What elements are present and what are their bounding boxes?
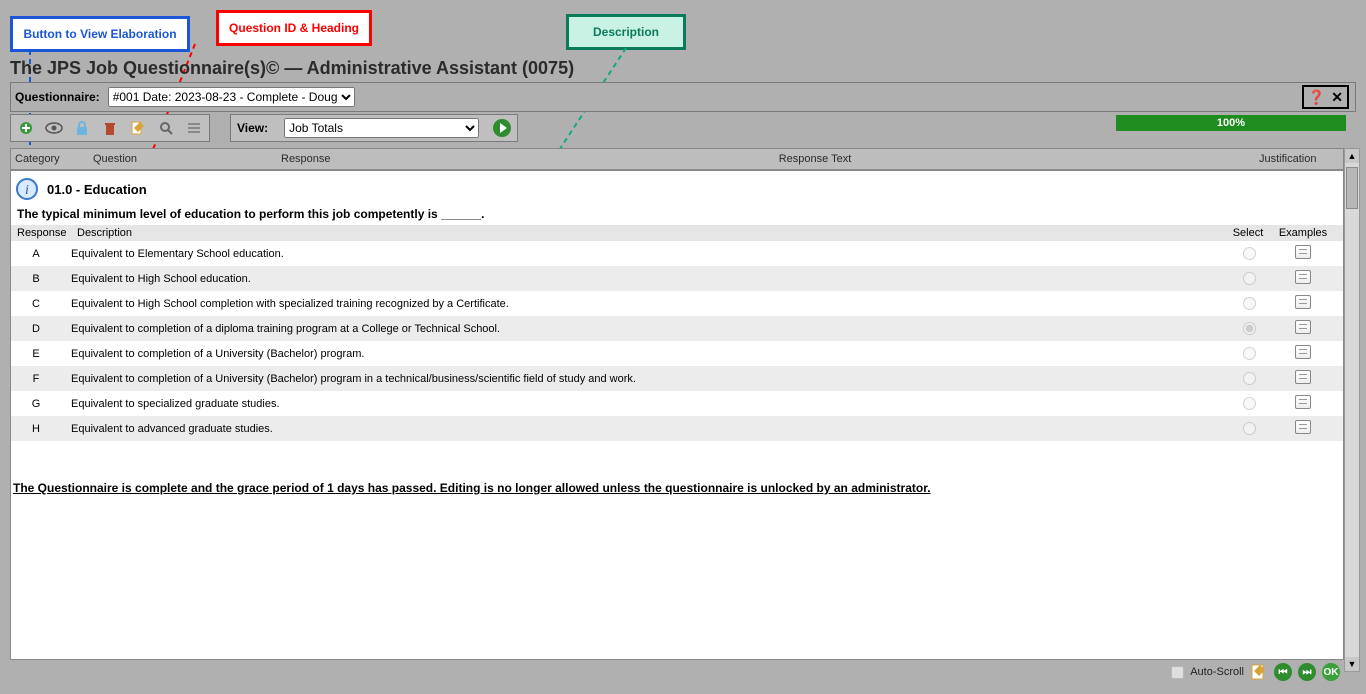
- questionnaire-locked-message: The Questionnaire is complete and the gr…: [11, 441, 1343, 497]
- examples-icon[interactable]: [1295, 270, 1311, 284]
- response-row: DEquivalent to completion of a diploma t…: [11, 316, 1343, 341]
- response-code: C: [11, 298, 61, 310]
- ok-button[interactable]: OK: [1322, 663, 1340, 681]
- response-select-radio[interactable]: [1243, 372, 1256, 385]
- examples-icon[interactable]: [1295, 420, 1311, 434]
- response-table-header: Response Description Select Examples: [11, 225, 1343, 241]
- col-question: Question: [89, 153, 277, 165]
- examples-icon[interactable]: [1295, 370, 1311, 384]
- auto-scroll-toggle[interactable]: Auto-Scroll: [1167, 663, 1244, 682]
- response-description: Equivalent to High School completion wit…: [61, 298, 1223, 310]
- questionnaire-filter-bar: Questionnaire: #001 Date: 2023-08-23 - C…: [10, 82, 1356, 112]
- search-icon[interactable]: [157, 119, 175, 137]
- elaboration-info-button[interactable]: i: [13, 175, 41, 203]
- edit-icon[interactable]: [129, 119, 147, 137]
- response-select-radio[interactable]: [1243, 272, 1256, 285]
- examples-icon[interactable]: [1295, 245, 1311, 259]
- response-code: F: [11, 373, 61, 385]
- view-toolbar-group: View: Job Totals: [230, 114, 518, 142]
- progress-bar: 100%: [1116, 115, 1346, 131]
- footer-edit-icon[interactable]: [1250, 663, 1268, 681]
- questionnaire-label: Questionnaire:: [15, 90, 100, 104]
- question-header-row: i 01.0 - Education: [11, 171, 1343, 205]
- examples-icon[interactable]: [1295, 395, 1311, 409]
- examples-icon[interactable]: [1295, 320, 1311, 334]
- response-description: Equivalent to advanced graduate studies.: [61, 423, 1223, 435]
- action-toolbar-group: [10, 114, 210, 142]
- auto-scroll-label: Auto-Scroll: [1190, 666, 1244, 678]
- response-code: A: [11, 248, 61, 260]
- eye-icon[interactable]: [45, 119, 63, 137]
- toolbar: View: Job Totals 100%: [10, 114, 1356, 142]
- footer-bar: Auto-Scroll ⏮ ⏭ OK: [10, 662, 1344, 682]
- scroll-thumb[interactable]: [1346, 167, 1358, 209]
- response-select-radio[interactable]: [1243, 397, 1256, 410]
- response-code: E: [11, 348, 61, 360]
- response-select-radio[interactable]: [1243, 347, 1256, 360]
- question-panel: i 01.0 - Education The typical minimum l…: [10, 170, 1344, 660]
- help-icon[interactable]: ❓: [1308, 89, 1325, 106]
- resp-hdr-select: Select: [1223, 227, 1273, 239]
- response-row: CEquivalent to High School completion wi…: [11, 291, 1343, 316]
- view-label: View:: [237, 121, 268, 135]
- col-response: Response: [277, 153, 375, 165]
- question-id-heading: 01.0 - Education: [41, 180, 153, 199]
- col-response-text: Response Text: [375, 153, 1255, 165]
- callout-elaboration: Button to View Elaboration: [10, 16, 190, 52]
- scroll-down-arrow[interactable]: ▼: [1345, 657, 1359, 671]
- response-select-radio[interactable]: [1243, 322, 1256, 335]
- callout-qid: Question ID & Heading: [216, 10, 372, 46]
- next-button[interactable]: ⏭: [1298, 663, 1316, 681]
- auto-scroll-checkbox[interactable]: [1171, 666, 1184, 679]
- col-justification: Justification: [1255, 153, 1343, 165]
- response-description: Equivalent to Elementary School educatio…: [61, 248, 1223, 260]
- response-select-radio[interactable]: [1243, 247, 1256, 260]
- examples-icon[interactable]: [1295, 295, 1311, 309]
- grid-columns-header: Category Question Response Response Text…: [10, 148, 1344, 170]
- response-description: Equivalent to completion of a University…: [61, 373, 1223, 385]
- response-row: FEquivalent to completion of a Universit…: [11, 366, 1343, 391]
- add-icon[interactable]: [17, 119, 35, 137]
- col-category: Category: [11, 153, 89, 165]
- response-row: GEquivalent to specialized graduate stud…: [11, 391, 1343, 416]
- response-row: HEquivalent to advanced graduate studies…: [11, 416, 1343, 441]
- lock-icon[interactable]: [73, 119, 91, 137]
- view-select[interactable]: Job Totals: [284, 118, 479, 138]
- svg-text:i: i: [25, 183, 29, 198]
- response-code: G: [11, 398, 61, 410]
- examples-icon[interactable]: [1295, 345, 1311, 359]
- prev-button[interactable]: ⏮: [1274, 663, 1292, 681]
- questionnaire-select[interactable]: #001 Date: 2023-08-23 - Complete - Doug: [108, 87, 355, 107]
- response-row: BEquivalent to High School education.: [11, 266, 1343, 291]
- resp-hdr-description: Description: [67, 227, 1223, 239]
- callout-desc: Description: [566, 14, 686, 50]
- close-icon[interactable]: ✕: [1331, 89, 1343, 106]
- stack-icon[interactable]: [185, 119, 203, 137]
- response-row: EEquivalent to completion of a Universit…: [11, 341, 1343, 366]
- response-description: Equivalent to High School education.: [61, 273, 1223, 285]
- delete-icon[interactable]: [101, 119, 119, 137]
- response-code: B: [11, 273, 61, 285]
- response-description: Equivalent to specialized graduate studi…: [61, 398, 1223, 410]
- response-row: AEquivalent to Elementary School educati…: [11, 241, 1343, 266]
- response-description: Equivalent to completion of a University…: [61, 348, 1223, 360]
- page-title: The JPS Job Questionnaire(s)© — Administ…: [10, 58, 574, 79]
- resp-hdr-examples: Examples: [1273, 227, 1333, 239]
- scroll-up-arrow[interactable]: ▲: [1345, 149, 1359, 163]
- question-description: The typical minimum level of education t…: [11, 205, 1343, 225]
- response-description: Equivalent to completion of a diploma tr…: [61, 323, 1223, 335]
- response-select-radio[interactable]: [1243, 297, 1256, 310]
- response-code: D: [11, 323, 61, 335]
- response-select-radio[interactable]: [1243, 422, 1256, 435]
- apply-view-button[interactable]: [493, 119, 511, 137]
- resp-hdr-response: Response: [11, 227, 67, 239]
- window-controls: ❓ ✕: [1302, 85, 1349, 109]
- response-code: H: [11, 423, 61, 435]
- vertical-scrollbar[interactable]: ▲ ▼: [1344, 148, 1360, 672]
